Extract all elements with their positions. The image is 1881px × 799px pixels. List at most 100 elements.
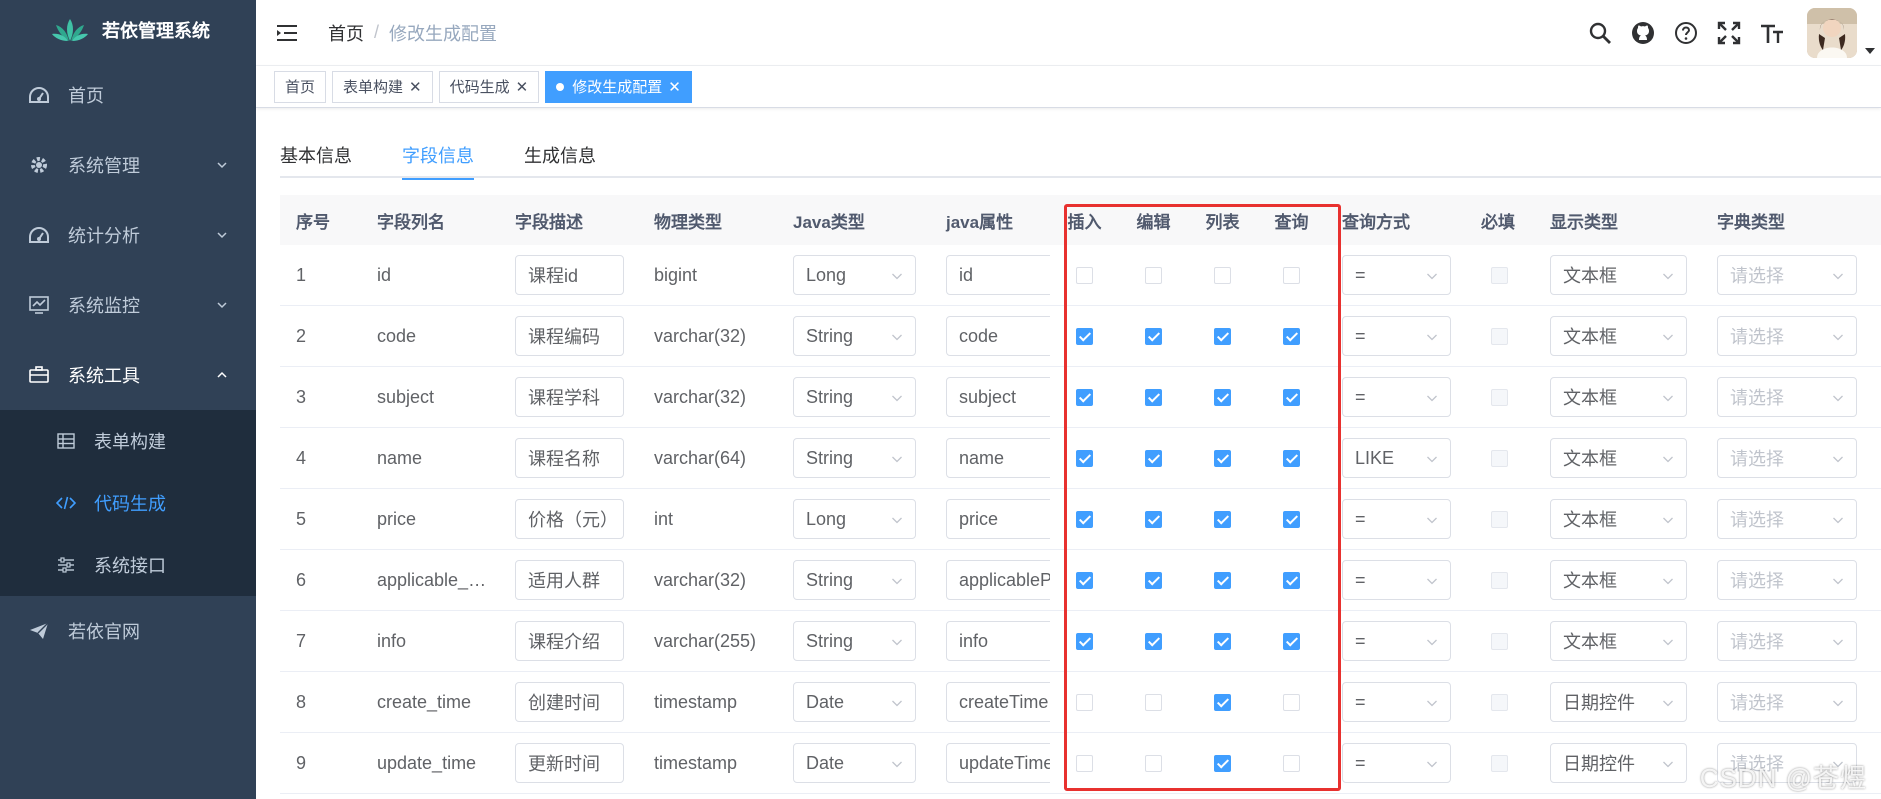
list-checkbox[interactable] [1214, 632, 1231, 650]
java-type-select[interactable]: String [793, 621, 916, 661]
fullscreen-icon[interactable] [1716, 20, 1742, 46]
close-icon[interactable]: ✕ [668, 78, 681, 96]
java-type-select[interactable]: Date [793, 682, 916, 722]
list-checkbox[interactable] [1214, 693, 1231, 711]
java-field-input[interactable]: updateTime [946, 743, 1050, 783]
list-checkbox[interactable] [1214, 449, 1231, 467]
ins-checkbox[interactable] [1076, 449, 1093, 467]
tag-home[interactable]: 首页 [274, 70, 327, 103]
html-type-select[interactable]: 文本框 [1550, 560, 1687, 600]
query-checkbox[interactable] [1283, 510, 1300, 528]
query-type-select[interactable]: = [1342, 316, 1451, 356]
edit-checkbox[interactable] [1145, 571, 1162, 589]
sidebar-item-monitor[interactable]: 系统监控 [0, 270, 256, 340]
hamburger-icon[interactable] [276, 22, 298, 44]
list-checkbox[interactable] [1214, 754, 1231, 772]
java-field-input[interactable]: applicablePerson [946, 560, 1050, 600]
req-checkbox[interactable] [1491, 693, 1508, 711]
list-checkbox[interactable] [1214, 571, 1231, 589]
tag-code-gen[interactable]: 代码生成 ✕ [438, 70, 540, 103]
column-desc-input[interactable]: 适用人群 [515, 560, 624, 600]
caret-down-icon[interactable] [1863, 46, 1877, 56]
edit-checkbox[interactable] [1145, 449, 1162, 467]
edit-checkbox[interactable] [1145, 754, 1162, 772]
dict-type-select[interactable]: 请选择 [1717, 560, 1857, 600]
column-desc-input[interactable]: 更新时间 [515, 743, 624, 783]
list-checkbox[interactable] [1214, 327, 1231, 345]
ins-checkbox[interactable] [1076, 632, 1093, 650]
query-type-select[interactable]: = [1342, 682, 1451, 722]
ins-checkbox[interactable] [1076, 571, 1093, 589]
java-type-select[interactable]: Date [793, 743, 916, 783]
edit-checkbox[interactable] [1145, 693, 1162, 711]
html-type-select[interactable]: 文本框 [1550, 499, 1687, 539]
java-field-input[interactable]: name [946, 438, 1050, 478]
html-type-select[interactable]: 日期控件 [1550, 743, 1687, 783]
github-icon[interactable] [1630, 20, 1656, 46]
breadcrumb-home[interactable]: 首页 [328, 20, 364, 46]
ins-checkbox[interactable] [1076, 266, 1093, 284]
dict-type-select[interactable]: 请选择 [1717, 499, 1857, 539]
query-checkbox[interactable] [1283, 449, 1300, 467]
query-type-select[interactable]: = [1342, 560, 1451, 600]
html-type-select[interactable]: 文本框 [1550, 316, 1687, 356]
dict-type-select[interactable]: 请选择 [1717, 682, 1857, 722]
tab-basic-info[interactable]: 基本信息 [280, 132, 352, 178]
req-checkbox[interactable] [1491, 632, 1508, 650]
edit-checkbox[interactable] [1145, 632, 1162, 650]
edit-checkbox[interactable] [1145, 266, 1162, 284]
java-type-select[interactable]: String [793, 316, 916, 356]
query-type-select[interactable]: = [1342, 499, 1451, 539]
query-type-select[interactable]: = [1342, 743, 1451, 783]
dict-type-select[interactable]: 请选择 [1717, 316, 1857, 356]
query-checkbox[interactable] [1283, 327, 1300, 345]
edit-checkbox[interactable] [1145, 388, 1162, 406]
column-desc-input[interactable]: 价格（元） [515, 499, 624, 539]
dict-type-select[interactable]: 请选择 [1717, 377, 1857, 417]
req-checkbox[interactable] [1491, 754, 1508, 772]
dict-type-select[interactable]: 请选择 [1717, 438, 1857, 478]
edit-checkbox[interactable] [1145, 510, 1162, 528]
java-type-select[interactable]: String [793, 560, 916, 600]
sidebar-item-system[interactable]: 系统管理 [0, 130, 256, 200]
sidebar-item-home[interactable]: 首页 [0, 60, 256, 130]
query-type-select[interactable]: LIKE [1342, 438, 1451, 478]
query-checkbox[interactable] [1283, 388, 1300, 406]
java-type-select[interactable]: Long [793, 255, 916, 295]
java-type-select[interactable]: Long [793, 499, 916, 539]
column-desc-input[interactable]: 课程编码 [515, 316, 624, 356]
tab-field-info[interactable]: 字段信息 [402, 132, 474, 180]
avatar[interactable] [1807, 8, 1857, 58]
sidebar-item-form-builder[interactable]: 表单构建 [0, 410, 256, 472]
close-icon[interactable]: ✕ [409, 78, 422, 96]
java-field-input[interactable]: price [946, 499, 1050, 539]
dict-type-select[interactable]: 请选择 [1717, 621, 1857, 661]
edit-checkbox[interactable] [1145, 327, 1162, 345]
req-checkbox[interactable] [1491, 327, 1508, 345]
html-type-select[interactable]: 文本框 [1550, 377, 1687, 417]
java-type-select[interactable]: String [793, 377, 916, 417]
query-checkbox[interactable] [1283, 693, 1300, 711]
java-field-input[interactable]: subject [946, 377, 1050, 417]
ins-checkbox[interactable] [1076, 754, 1093, 772]
column-desc-input[interactable]: 课程名称 [515, 438, 624, 478]
dict-type-select[interactable]: 请选择 [1717, 255, 1857, 295]
search-icon[interactable] [1587, 20, 1613, 46]
app-logo[interactable]: 若依管理系统 [0, 0, 256, 60]
query-type-select[interactable]: = [1342, 621, 1451, 661]
list-checkbox[interactable] [1214, 388, 1231, 406]
java-type-select[interactable]: String [793, 438, 916, 478]
list-checkbox[interactable] [1214, 510, 1231, 528]
tab-gen-info[interactable]: 生成信息 [524, 132, 596, 178]
query-type-select[interactable]: = [1342, 377, 1451, 417]
query-checkbox[interactable] [1283, 266, 1300, 284]
query-type-select[interactable]: = [1342, 255, 1451, 295]
java-field-input[interactable]: id [946, 255, 1050, 295]
query-checkbox[interactable] [1283, 571, 1300, 589]
java-field-input[interactable]: code [946, 316, 1050, 356]
column-desc-input[interactable]: 课程介绍 [515, 621, 624, 661]
java-field-input[interactable]: createTime [946, 682, 1050, 722]
java-field-input[interactable]: info [946, 621, 1050, 661]
help-icon[interactable] [1673, 20, 1699, 46]
ins-checkbox[interactable] [1076, 388, 1093, 406]
